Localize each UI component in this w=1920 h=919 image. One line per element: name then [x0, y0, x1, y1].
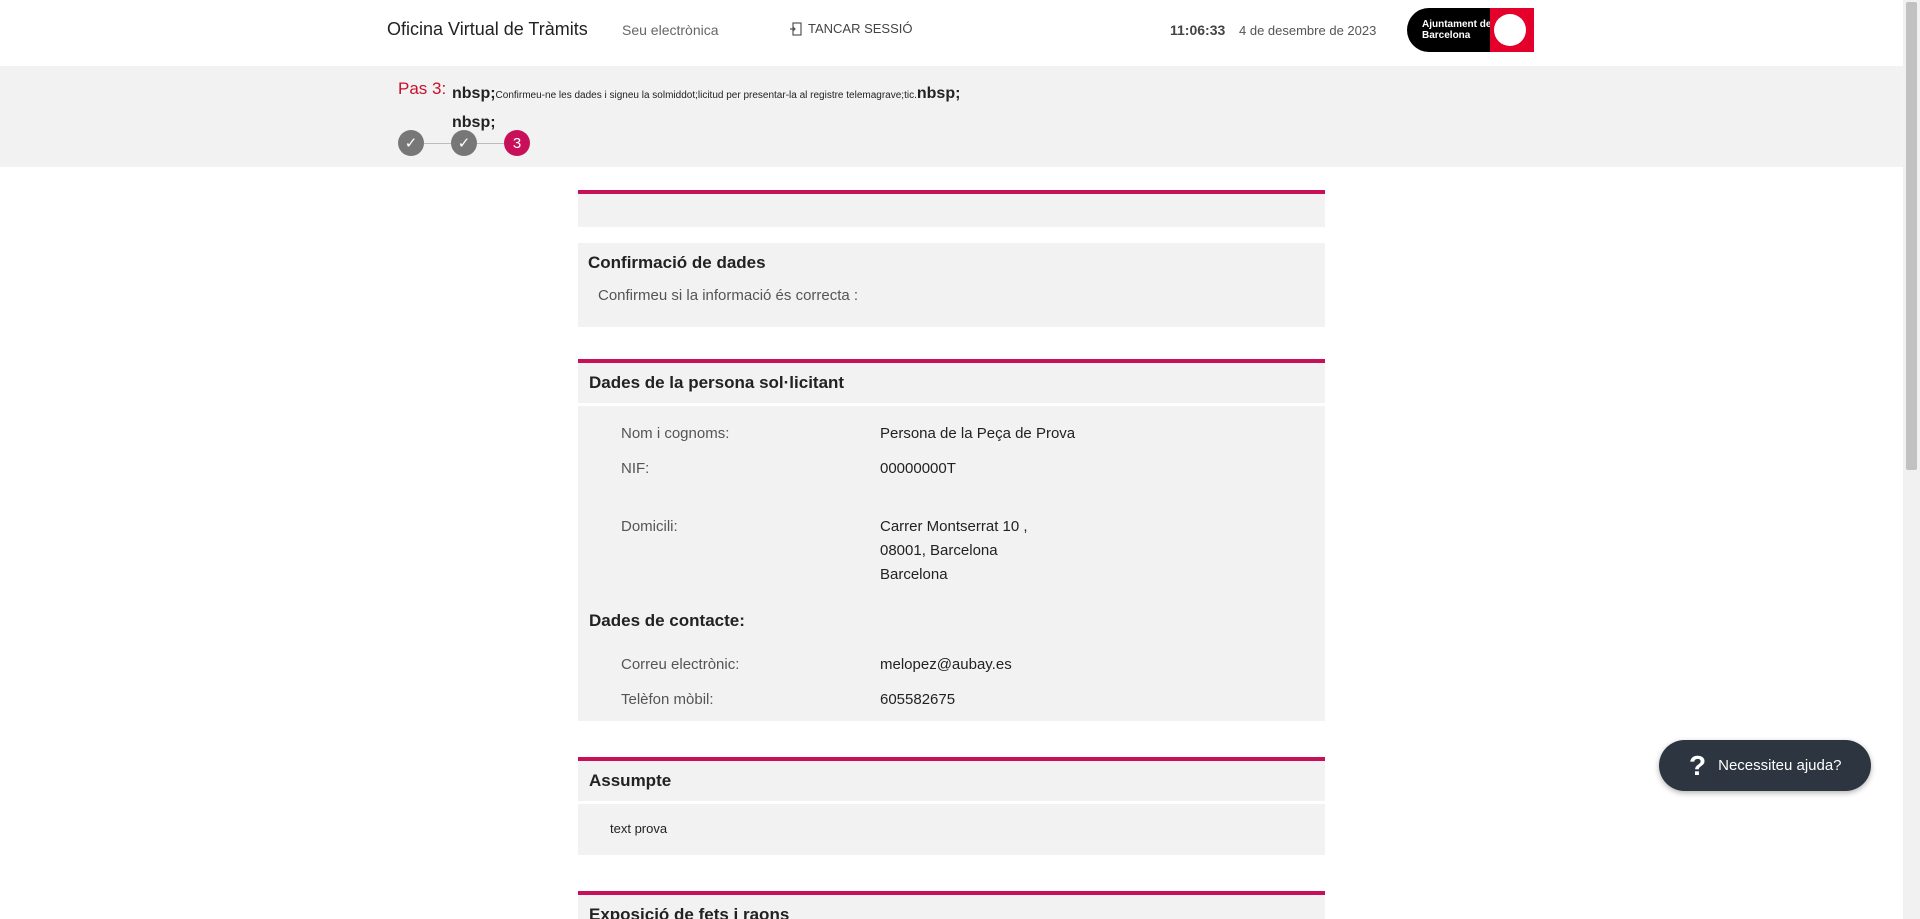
clock-time: 11:06:33 [1170, 22, 1226, 38]
logout-label: TANCAR SESSIÓ [808, 21, 913, 36]
name-label: Nom i cognoms: [621, 425, 730, 442]
contact-title: Dades de contacte: [589, 611, 745, 630]
help-button[interactable]: ? Necessiteu ajuda? [1659, 740, 1871, 791]
help-label: Necessiteu ajuda? [1718, 757, 1842, 774]
subject-title: Assumpte [578, 761, 1325, 801]
app-title[interactable]: Oficina Virtual de Tràmits [387, 19, 588, 40]
address-line3: Barcelona [880, 566, 948, 583]
step-connector [424, 142, 451, 144]
header: Oficina Virtual de Tràmits Seu electròni… [0, 0, 1903, 66]
applicant-title: Dades de la persona sol·licitant [578, 363, 1325, 403]
step-connector [477, 142, 504, 144]
step-label: Pas 3: [398, 79, 447, 98]
page: Oficina Virtual de Tràmits Seu electròni… [0, 0, 1920, 919]
step-suffix: nbsp; [916, 85, 961, 102]
email-value: melopez@aubay.es [880, 656, 1012, 673]
subject-panel: Assumpte text prova [578, 757, 1325, 855]
facts-panel: Exposició de fets i raons [578, 891, 1325, 919]
email-label: Correu electrònic: [621, 656, 740, 673]
confirm-title: Confirmació de dades [588, 253, 766, 272]
step-instruction: nbsp;Confirmeu-ne les dades i signeu la … [452, 80, 1012, 136]
name-value: Persona de la Peça de Prova [880, 425, 1076, 442]
confirm-panel: Confirmació de dades Confirmeu si la inf… [578, 243, 1325, 327]
step-line2: nbsp; [452, 114, 496, 131]
step-prefix: nbsp; [452, 85, 496, 102]
step-progress-bar: Pas 3: nbsp;Confirmeu-ne les dades i sig… [0, 66, 1903, 167]
current-date: 4 de desembre de 2023 [1239, 23, 1377, 38]
step-instruction-text: Confirmeu-ne les dades i signeu la solmi… [495, 90, 917, 101]
step-1-done-icon: ✓ [398, 130, 424, 156]
scrollbar[interactable] [1903, 0, 1920, 919]
step-3-current: 3 [504, 130, 530, 156]
logo-text: Ajuntament de Barcelona [1422, 19, 1492, 41]
phone-label: Telèfon mòbil: [621, 691, 714, 708]
scrollbar-thumb[interactable] [1906, 2, 1917, 470]
confirm-subtitle: Confirmeu si la informació és correcta : [598, 287, 859, 304]
top-panel [578, 190, 1325, 227]
step-2-done-icon: ✓ [451, 130, 477, 156]
logout-icon [790, 21, 802, 36]
question-icon: ? [1689, 749, 1707, 781]
city-seal-icon [1490, 8, 1534, 52]
nif-label: NIF: [621, 460, 650, 477]
seu-electronica-link[interactable]: Seu electrònica [622, 22, 719, 38]
phone-value: 605582675 [880, 691, 956, 708]
address-line1: Carrer Montserrat 10 , [880, 518, 1028, 535]
address-line2: 08001, Barcelona [880, 542, 998, 559]
facts-title: Exposició de fets i raons [578, 895, 1325, 919]
subject-text: text prova [610, 821, 668, 836]
ajuntament-logo[interactable]: Ajuntament de Barcelona [1407, 8, 1534, 52]
nif-value: 00000000T [880, 460, 956, 477]
logout-button[interactable]: TANCAR SESSIÓ [790, 21, 913, 36]
step-indicators: ✓ ✓ 3 [398, 130, 530, 156]
applicant-panel: Dades de la persona sol·licitant Nom i c… [578, 359, 1325, 721]
address-label: Domicili: [621, 518, 678, 535]
